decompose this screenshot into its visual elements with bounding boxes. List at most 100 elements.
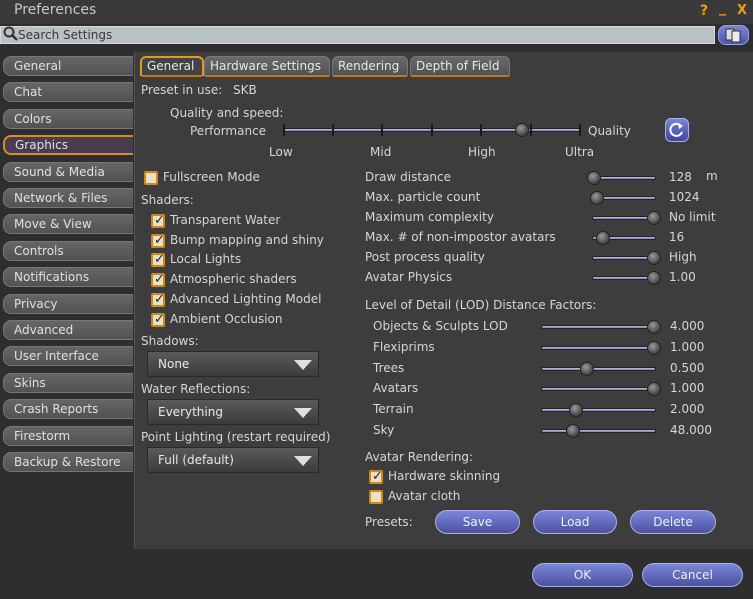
checkmark-icon: ✓ <box>154 311 165 327</box>
quality-tick <box>283 124 285 136</box>
sidebar-item-move-view[interactable]: Move & View <box>3 214 133 235</box>
sidebar-item-privacy[interactable]: Privacy <box>3 293 133 314</box>
graphics-setting-slider-knob[interactable] <box>647 271 661 285</box>
lod-factor-slider-knob[interactable] <box>565 424 580 438</box>
tab-rendering[interactable]: Rendering <box>332 56 408 77</box>
delete-preset-button[interactable]: Delete <box>630 510 716 534</box>
presets-label: Presets: <box>365 515 413 529</box>
shader-checkbox[interactable]: ✓ <box>151 252 165 268</box>
quality-speed-label: Quality and speed: <box>170 106 284 120</box>
close-icon[interactable]: X <box>737 3 747 18</box>
avatar-cloth-checkbox[interactable] <box>369 490 383 504</box>
graphics-setting-label: Max. particle count <box>365 190 481 204</box>
sidebar-item-advanced[interactable]: Advanced <box>3 320 133 340</box>
cancel-button[interactable]: Cancel <box>642 563 743 587</box>
graphics-setting-slider-track[interactable] <box>592 176 656 180</box>
fullscreen-label: Fullscreen Mode <box>163 170 260 184</box>
lod-factor-slider-track[interactable] <box>541 408 656 413</box>
lod-factor-label: Objects & Sculpts LOD <box>373 319 508 333</box>
quality-tick <box>431 124 433 136</box>
shader-label: Advanced Lighting Model <box>170 291 322 306</box>
sidebar-item-colors[interactable]: Colors <box>3 108 133 129</box>
lod-factor-slider-knob[interactable] <box>580 361 595 376</box>
sidebar-item-skins[interactable]: Skins <box>3 372 133 393</box>
load-preset-button[interactable]: Load <box>533 510 617 534</box>
shader-checkbox[interactable]: ✓ <box>151 291 165 307</box>
lod-factor-value: 4.000 <box>670 319 705 333</box>
graphics-setting-slider-knob[interactable] <box>590 191 604 205</box>
shader-checkbox[interactable]: ✓ <box>151 272 165 288</box>
ok-button[interactable]: OK <box>532 563 633 587</box>
shader-checkbox[interactable]: ✓ <box>151 213 165 228</box>
checkmark-icon: ✓ <box>154 213 165 228</box>
lod-factor-value: 1.000 <box>670 381 705 396</box>
sidebar-item-backup-restore[interactable]: Backup & Restore <box>3 452 133 472</box>
preset-value: SKB <box>233 83 257 97</box>
graphics-setting-slider-knob[interactable] <box>647 211 661 225</box>
graphics-setting-label: Draw distance <box>365 170 452 184</box>
sidebar-item-user-interface[interactable]: User Interface <box>3 346 133 367</box>
title-bar[interactable] <box>0 0 753 24</box>
refresh-icon <box>669 122 683 137</box>
quality-tick <box>480 124 482 136</box>
lod-factor-slider-knob[interactable] <box>647 320 661 334</box>
quality-level-low: Low <box>269 145 293 159</box>
lod-factor-slider-track[interactable] <box>541 429 656 433</box>
performance-label: Performance <box>190 124 267 138</box>
graphics-setting-value: 16 <box>669 230 685 244</box>
lod-factor-slider-track[interactable] <box>541 387 656 392</box>
lod-factor-slider-track[interactable] <box>541 345 656 350</box>
tab-depth-of-field[interactable]: Depth of Field <box>410 56 510 77</box>
hardware-skinning-label: Hardware skinning <box>388 469 501 483</box>
water-reflections-value: Everything <box>158 405 223 419</box>
shadows-dropdown[interactable]: None <box>147 351 319 377</box>
shadows-value: None <box>158 357 190 371</box>
sidebar-item-controls[interactable]: Controls <box>3 240 133 261</box>
help-icon[interactable]: ? <box>700 3 708 19</box>
quality-tick <box>332 124 334 136</box>
tab-general[interactable]: General <box>140 56 204 77</box>
search-input[interactable] <box>18 27 708 43</box>
graphics-setting-label: Maximum complexity <box>365 210 494 224</box>
search-options-button[interactable] <box>718 25 749 45</box>
preset-label: Preset in use: <box>141 83 223 97</box>
graphics-setting-slider-knob[interactable] <box>647 251 661 265</box>
graphics-setting-slider-knob[interactable] <box>587 171 601 185</box>
sidebar-item-chat[interactable]: Chat <box>3 82 133 103</box>
point-lighting-label: Point Lighting (restart required) <box>141 430 331 444</box>
sidebar-item-notifications[interactable]: Notifications <box>3 267 133 288</box>
fullscreen-checkbox[interactable] <box>144 171 158 185</box>
chevron-down-icon <box>294 408 312 418</box>
refresh-button[interactable] <box>665 118 689 142</box>
water-reflections-label: Water Reflections: <box>141 382 251 396</box>
window-title: Preferences <box>14 2 97 18</box>
sidebar-item-general[interactable]: General <box>3 56 133 76</box>
lod-factor-slider-track[interactable] <box>541 325 656 329</box>
sidebar-item-graphics[interactable]: Graphics <box>3 135 133 156</box>
graphics-setting-value: 1024 <box>669 190 700 204</box>
shader-checkbox[interactable]: ✓ <box>151 311 165 327</box>
sidebar-item-firestorm[interactable]: Firestorm <box>3 425 133 446</box>
lod-factor-value: 48.000 <box>670 423 712 437</box>
minimize-icon[interactable]: _ <box>719 0 726 16</box>
shader-label: Transparent Water <box>170 213 281 227</box>
tab-hardware-settings[interactable]: Hardware Settings <box>204 56 330 77</box>
lod-factor-slider-knob[interactable] <box>647 340 661 355</box>
graphics-setting-value: 1.00 <box>669 270 696 284</box>
point-lighting-dropdown[interactable]: Full (default) <box>147 447 319 473</box>
graphics-setting-label: Avatar Physics <box>365 270 453 284</box>
hardware-skinning-checkbox[interactable]: ✓ <box>369 469 383 484</box>
save-preset-button[interactable]: Save <box>435 510 520 534</box>
shader-label: Atmospheric shaders <box>170 272 297 287</box>
graphics-setting-slider-knob[interactable] <box>596 231 610 245</box>
quality-end-label: Quality <box>588 124 631 138</box>
lod-factor-slider-track[interactable] <box>541 366 656 371</box>
sidebar-item-crash-reports[interactable]: Crash Reports <box>3 399 133 420</box>
sidebar-item-network-files[interactable]: Network & Files <box>3 188 133 208</box>
sidebar-item-sound-media[interactable]: Sound & Media <box>3 161 133 182</box>
checkmark-icon: ✓ <box>154 291 165 307</box>
shader-checkbox[interactable]: ✓ <box>151 233 165 248</box>
shadows-label: Shadows: <box>141 334 199 348</box>
quality-tick <box>530 124 532 136</box>
water-reflections-dropdown[interactable]: Everything <box>147 399 319 425</box>
